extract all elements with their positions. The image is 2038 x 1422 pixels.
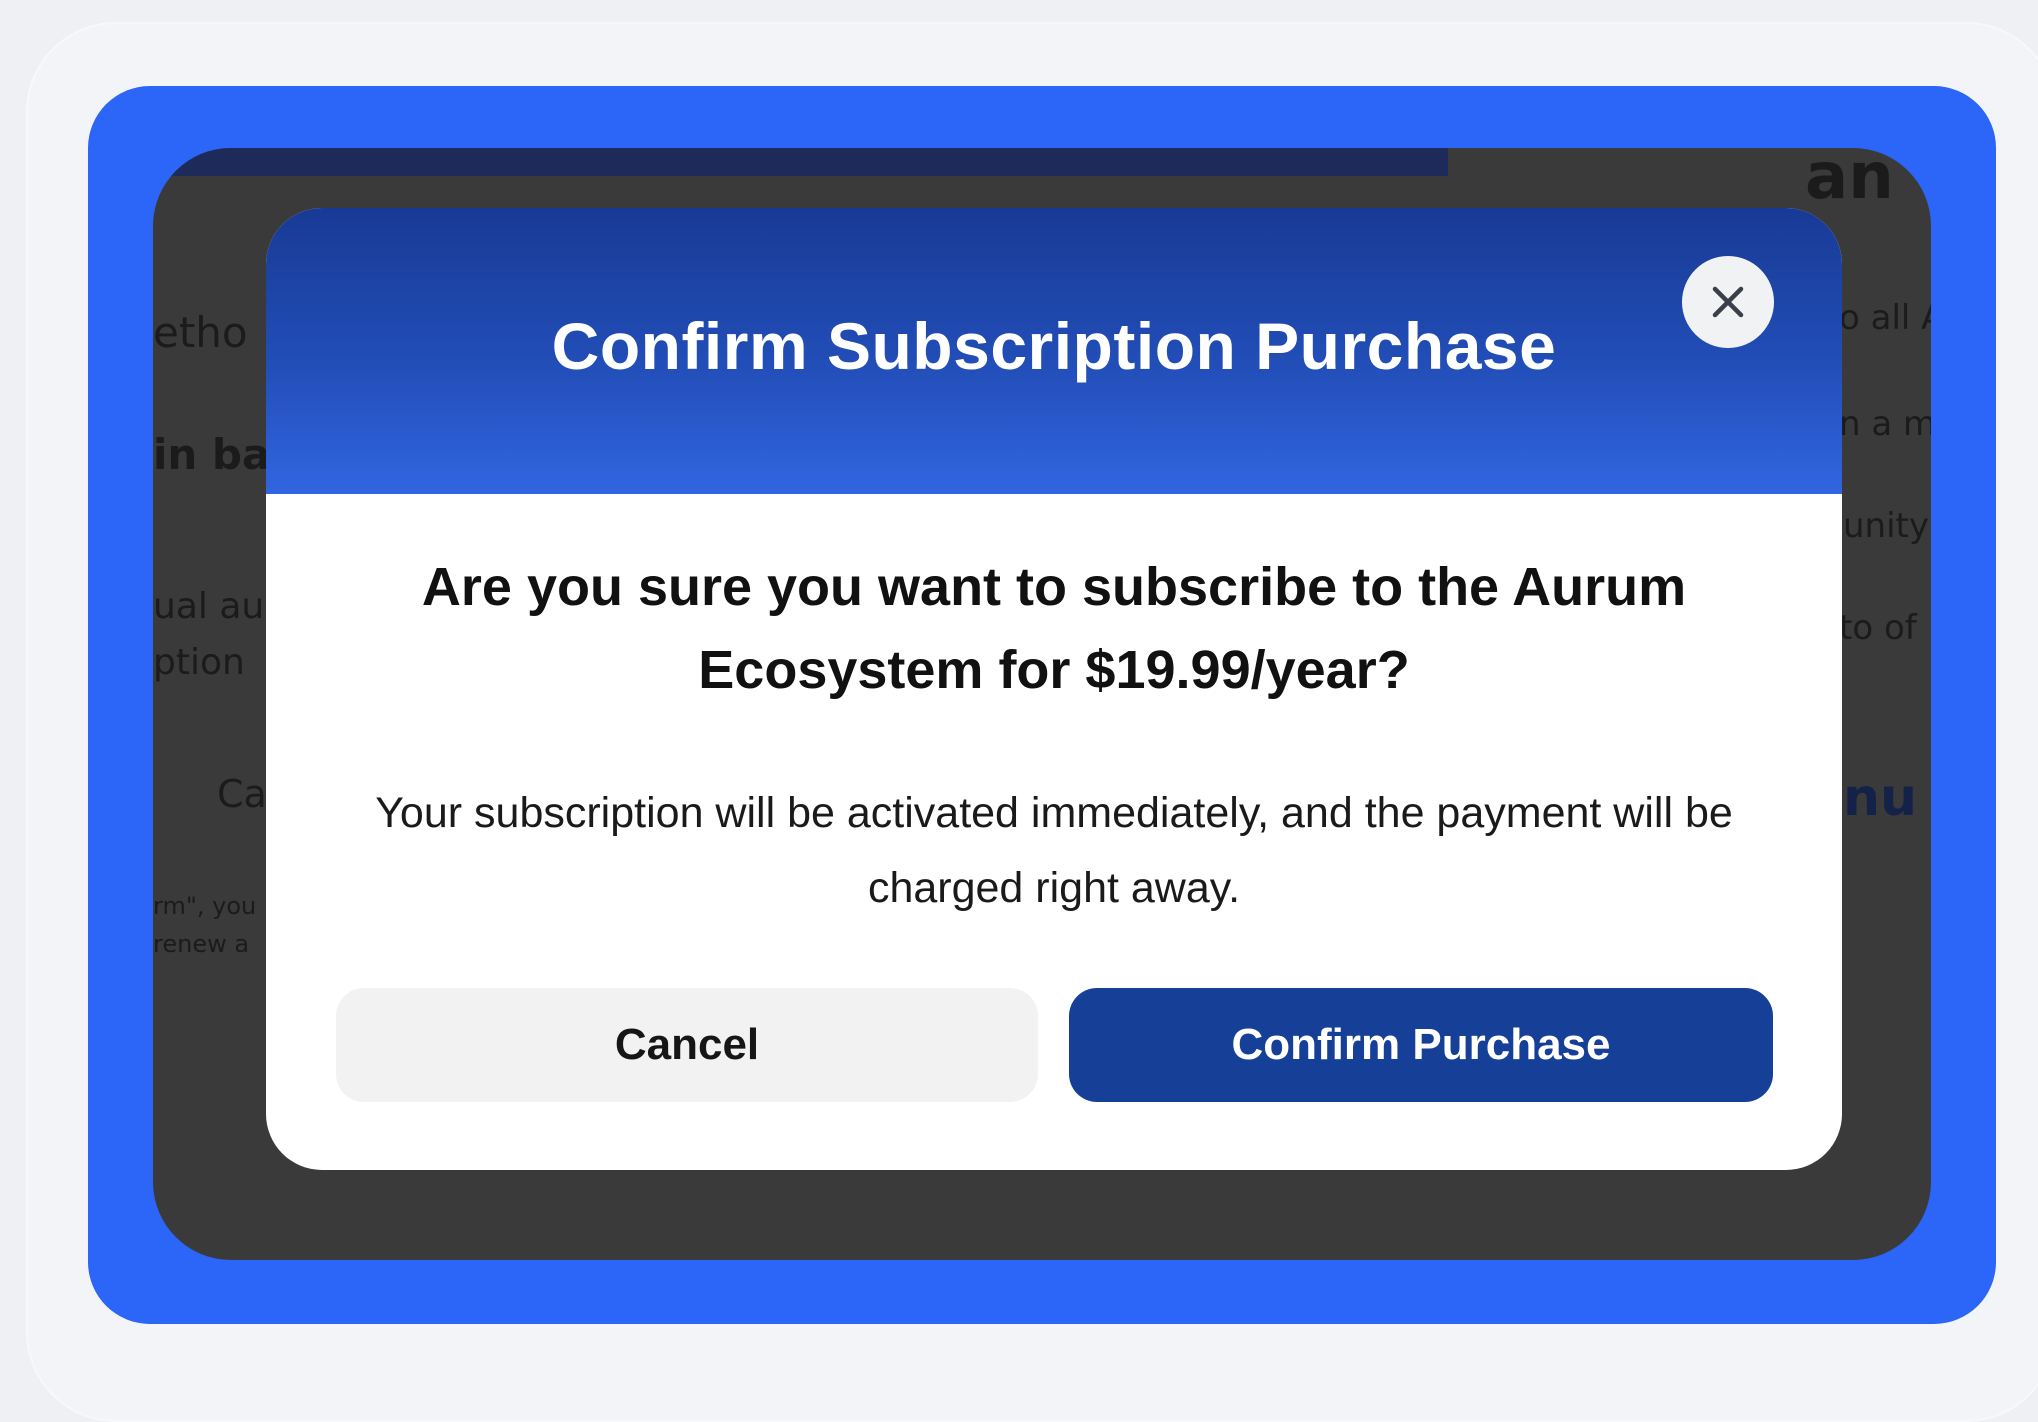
close-button[interactable] <box>1682 256 1774 348</box>
dialog-header: Confirm Subscription Purchase <box>266 208 1842 494</box>
background-text: to of <box>1839 608 1917 648</box>
cancel-button[interactable]: Cancel <box>336 988 1038 1102</box>
confirm-purchase-button[interactable]: Confirm Purchase <box>1069 988 1773 1102</box>
background-text: etho <box>153 308 248 357</box>
background-text: rm", you <box>153 892 257 920</box>
background-banner <box>153 148 1448 176</box>
background-text: ption <box>153 642 245 683</box>
confirm-subscription-dialog: Confirm Subscription Purchase Are you su… <box>266 208 1842 1170</box>
background-text: in ba <box>153 430 271 479</box>
background-text: o all A <box>1839 298 1931 338</box>
background-text: unity <box>1843 506 1929 546</box>
close-icon <box>1712 286 1744 318</box>
background-text: n a m <box>1839 404 1931 444</box>
dialog-title: Confirm Subscription Purchase <box>551 309 1557 383</box>
background-text: renew a <box>153 930 250 958</box>
background-text: Ca <box>217 772 267 816</box>
background-text: nu <box>1843 768 1918 828</box>
background-text: ual au <box>153 586 265 627</box>
confirmation-detail: Your subscription will be activated imme… <box>375 789 1733 912</box>
background-text: an <box>1805 148 1894 214</box>
confirmation-question: Are you sure you want to subscribe to th… <box>421 557 1687 700</box>
